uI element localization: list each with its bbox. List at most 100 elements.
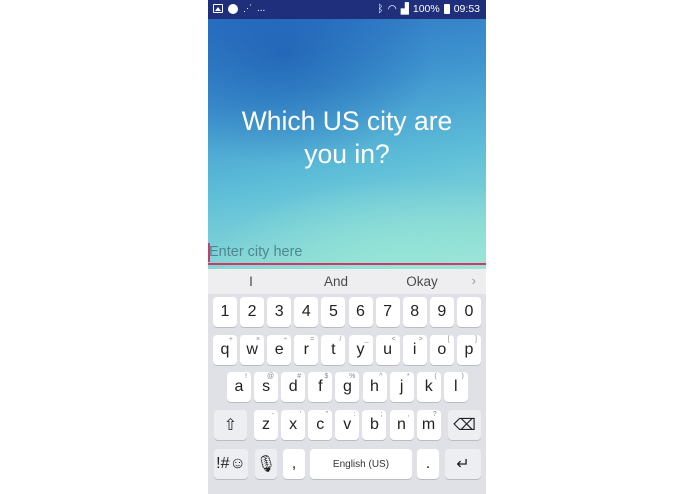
symbols-key-label: !#☺ [216,455,246,472]
key-d[interactable]: d # [281,372,306,402]
key-r-hint: = [310,336,315,343]
chevron-right-icon[interactable]: › [472,273,476,288]
key-6[interactable]: 6 [348,297,373,327]
key-4-label: 4 [301,303,311,320]
period-key-label: . [425,455,431,472]
key-w-label: w [246,341,258,358]
shift-key[interactable]: ⇧ [214,410,247,440]
key-l-label: l [454,378,458,395]
space-key[interactable]: English (US) [310,449,412,479]
key-z[interactable]: z- [254,410,278,440]
key-k[interactable]: k( [416,372,441,402]
hero-background: Which US city are you in? [208,19,486,269]
key-i[interactable]: i > [402,335,427,365]
space-key-label: English (US) [332,458,390,470]
suggestion-item[interactable]: And [318,274,354,289]
battery-icon [443,4,450,14]
symbols-key[interactable]: !#☺ [214,449,248,479]
key-3-label: 3 [274,303,284,320]
key-w[interactable]: w × [240,335,265,365]
key-o[interactable]: o[ [429,335,454,365]
key-8[interactable]: 8 [402,297,427,327]
key-6-label: 6 [356,303,365,320]
key-t[interactable]: t / [321,335,346,365]
key-7[interactable]: 7 [375,297,400,327]
key-p[interactable]: p] [456,335,481,365]
key-y[interactable]: y _ [348,335,373,365]
key-x-label: x [289,416,298,433]
key-1-label: 1 [220,303,230,320]
key-z-hint: - [271,411,274,418]
comma-key[interactable]: , [283,449,305,479]
key-e-label: e [274,341,284,358]
key-j[interactable]: j * [389,372,414,402]
key-p-hint: ] [474,336,477,343]
key-t-label: t [331,341,336,358]
key-c[interactable]: c " [308,410,333,440]
key-9[interactable]: 9 [429,297,454,327]
key-n-label: n [397,416,406,433]
key-m[interactable]: m? [416,410,441,440]
key-b-label: b [369,416,379,433]
status-time: 09:53 [453,3,480,15]
key-1[interactable]: 1 [213,297,237,327]
shift-key-label: ⇧ [223,417,238,434]
key-q-label: q [220,341,230,358]
key-f-label: f [318,378,323,395]
key-0[interactable]: 0 [456,297,481,327]
key-q-hint: + [228,336,233,343]
backspace-key-label: ⌫ [453,417,476,434]
key-l-hint: ) [461,373,464,380]
key-x[interactable]: x ' [281,410,306,440]
key-j-label: j [399,378,404,395]
key-h[interactable]: h ^ [362,372,387,402]
key-4[interactable]: 4 [294,297,319,327]
key-e[interactable]: e ÷ [267,335,292,365]
key-s[interactable]: s @ [254,372,279,402]
key-b[interactable]: b; [362,410,387,440]
key-j-hint: * [406,373,410,380]
key-u[interactable]: u < [375,335,400,365]
question-heading: Which US city are you in? [241,106,453,169]
suggestion-item[interactable]: Okay [401,274,443,289]
key-i-label: i [412,341,417,358]
key-y-label: y [356,341,365,358]
period-key[interactable]: . [417,449,439,479]
suggestion-item[interactable]: I [244,274,258,289]
enter-key[interactable]: ↵ [445,449,481,479]
key-5[interactable]: 5 [321,297,346,327]
signal-icon: ▟ [400,3,409,15]
key-r-label: r [303,341,309,358]
key-k-hint: ( [434,373,437,380]
key-n[interactable]: n, [389,410,414,440]
key-s-hint: @ [266,373,275,380]
key-h-label: h [370,378,379,395]
key-v[interactable]: v: [335,410,360,440]
key-r[interactable]: r = [294,335,319,365]
key-q[interactable]: q + [213,335,237,365]
key-3[interactable]: 3 [267,297,292,327]
key-f[interactable]: f $ [308,372,333,402]
mic-key[interactable]: 🎙 [255,449,277,479]
messenger-notification-icon [228,3,238,14]
status-bar: ⋰ ... ᛒ ◠ ▟ 100% 09:53 [208,0,486,19]
city-input[interactable] [208,241,486,263]
key-i-hint: > [418,336,423,343]
key-5-label: 5 [328,303,338,320]
key-e-hint: ÷ [283,336,288,343]
key-l[interactable]: l) [443,372,468,402]
key-w-hint: × [256,336,261,343]
key-2-label: 2 [247,303,257,320]
key-b-hint: ; [380,411,383,418]
key-a-label: a [234,378,244,395]
key-v-label: v [343,416,352,433]
backspace-key[interactable]: ⌫ [448,410,481,440]
key-m-hint: ? [432,411,437,418]
key-a[interactable]: a! [227,372,251,402]
key-g-label: g [342,378,352,395]
key-u-hint: < [391,336,396,343]
key-a-hint: ! [245,373,247,380]
key-2[interactable]: 2 [240,297,265,327]
key-v-hint: : [353,411,356,418]
key-g[interactable]: g% [335,372,360,402]
